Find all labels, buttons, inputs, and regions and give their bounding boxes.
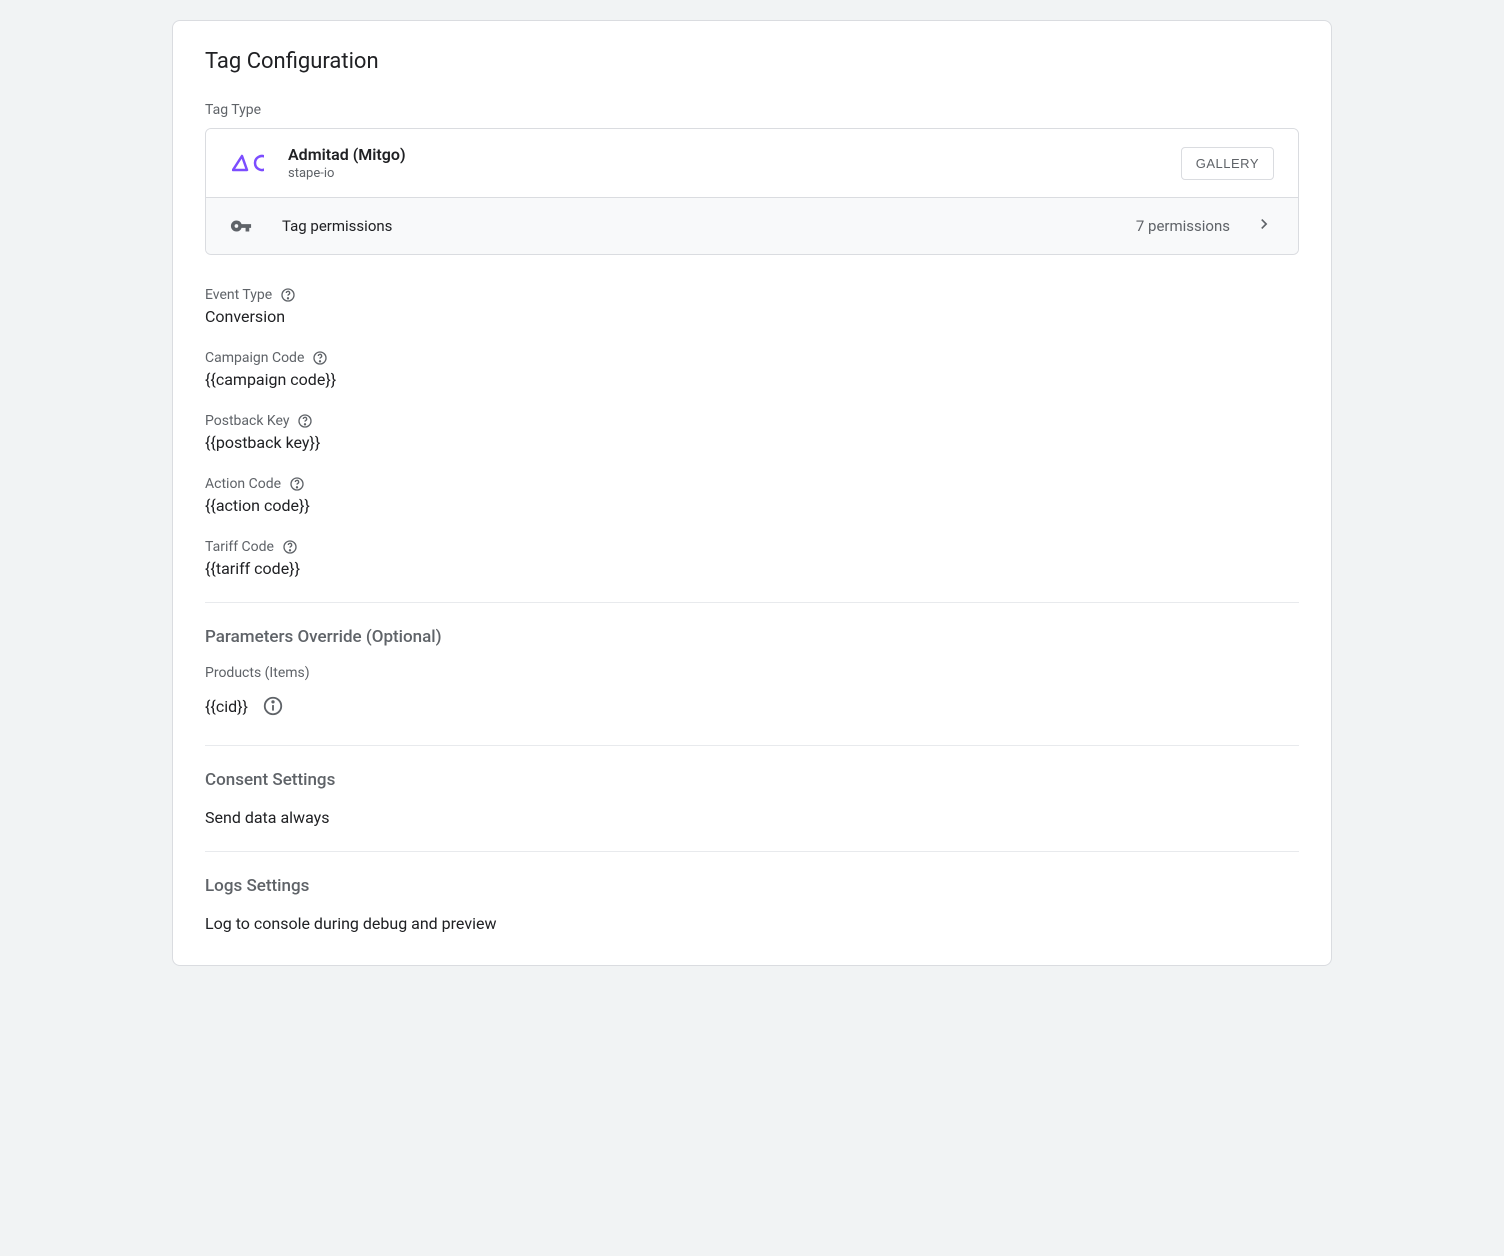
tag-author: stape-io xyxy=(288,166,1181,181)
divider xyxy=(205,602,1299,603)
cid-row: {{cid}} xyxy=(205,695,1299,717)
action-code-value: {{action code}} xyxy=(205,496,1299,515)
help-icon[interactable] xyxy=(280,287,296,303)
campaign-code-value: {{campaign code}} xyxy=(205,370,1299,389)
key-icon xyxy=(230,215,252,237)
logs-value: Log to console during debug and preview xyxy=(205,914,1299,933)
parameters-override-title: Parameters Override (Optional) xyxy=(205,627,1299,647)
info-icon[interactable] xyxy=(262,695,284,717)
tag-type-label: Tag Type xyxy=(205,102,1299,118)
postback-key-field: Postback Key {{postback key}} xyxy=(205,413,1299,452)
consent-settings-title: Consent Settings xyxy=(205,770,1299,790)
event-type-value: Conversion xyxy=(205,307,1299,326)
event-type-label: Event Type xyxy=(205,287,272,303)
tag-name: Admitad (Mitgo) xyxy=(288,145,1181,164)
tariff-code-value: {{tariff code}} xyxy=(205,559,1299,578)
tag-type-header: Admitad (Mitgo) stape-io GALLERY xyxy=(206,129,1298,197)
postback-key-value: {{postback key}} xyxy=(205,433,1299,452)
help-icon[interactable] xyxy=(297,413,313,429)
divider xyxy=(205,851,1299,852)
chevron-right-icon xyxy=(1254,214,1274,238)
card-title: Tag Configuration xyxy=(205,49,1299,74)
gallery-button[interactable]: GALLERY xyxy=(1181,147,1274,180)
help-icon[interactable] xyxy=(282,539,298,555)
tag-permissions-row[interactable]: Tag permissions 7 permissions xyxy=(206,197,1298,254)
event-type-field: Event Type Conversion xyxy=(205,287,1299,326)
action-code-field: Action Code {{action code}} xyxy=(205,476,1299,515)
postback-key-label: Postback Key xyxy=(205,413,289,429)
products-label: Products (Items) xyxy=(205,665,1299,681)
permissions-label: Tag permissions xyxy=(282,217,1136,235)
tag-header-text: Admitad (Mitgo) stape-io xyxy=(288,145,1181,181)
help-icon[interactable] xyxy=(289,476,305,492)
campaign-code-field: Campaign Code {{campaign code}} xyxy=(205,350,1299,389)
help-icon[interactable] xyxy=(312,350,328,366)
tariff-code-field: Tariff Code {{tariff code}} xyxy=(205,539,1299,578)
permissions-count: 7 permissions xyxy=(1136,217,1230,235)
divider xyxy=(205,745,1299,746)
cid-value: {{cid}} xyxy=(205,697,248,716)
tariff-code-label: Tariff Code xyxy=(205,539,274,555)
action-code-label: Action Code xyxy=(205,476,281,492)
logs-settings-title: Logs Settings xyxy=(205,876,1299,896)
tag-configuration-card: Tag Configuration Tag Type Admitad (Mitg… xyxy=(172,20,1332,966)
admitad-logo-icon xyxy=(230,145,266,181)
campaign-code-label: Campaign Code xyxy=(205,350,304,366)
tag-type-box: Admitad (Mitgo) stape-io GALLERY Tag per… xyxy=(205,128,1299,255)
consent-value: Send data always xyxy=(205,808,1299,827)
